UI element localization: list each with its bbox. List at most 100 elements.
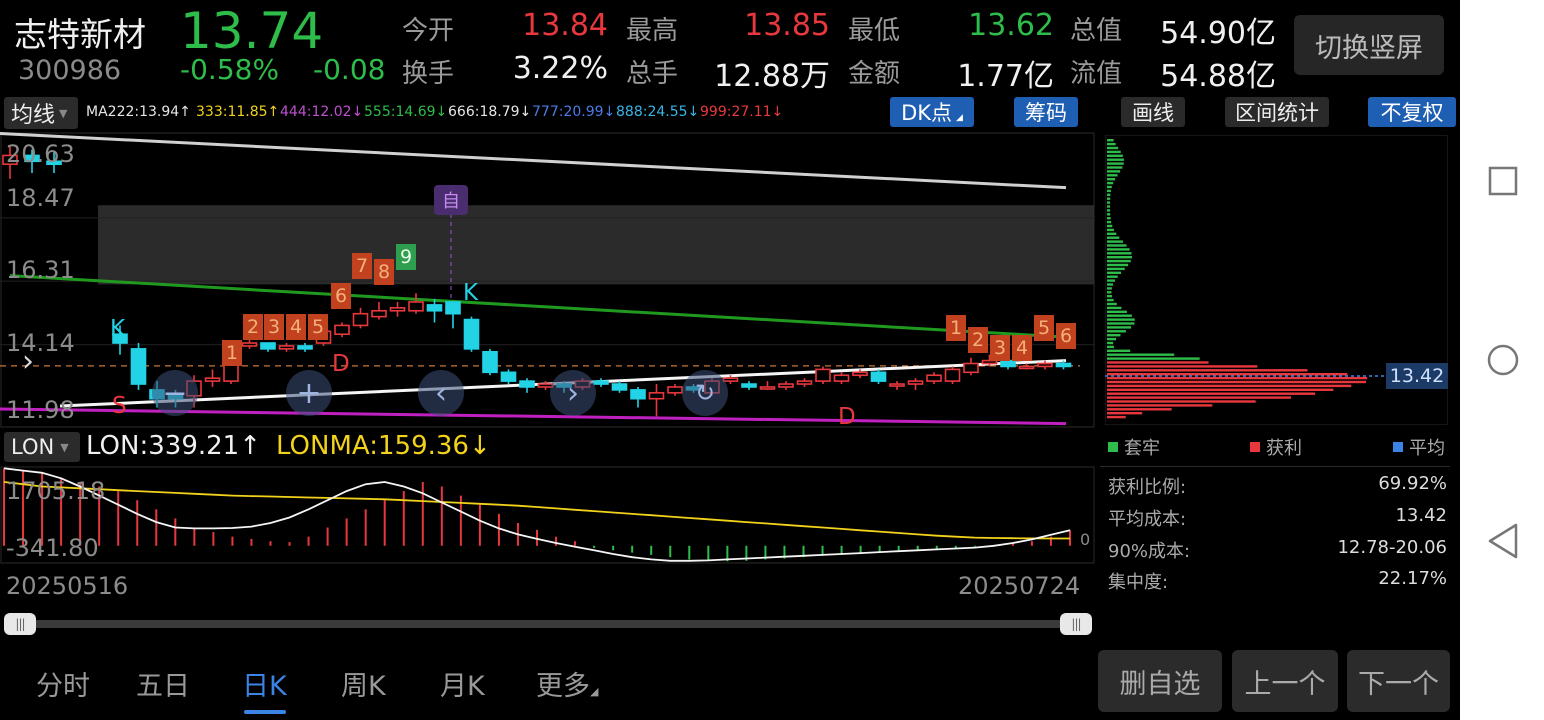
chip-bar (1107, 341, 1114, 345)
chip-bar (1107, 209, 1111, 212)
chip-bar (1107, 349, 1131, 352)
mcap-value: 54.90亿 (1160, 16, 1276, 51)
candle-body (463, 318, 480, 350)
stock-code: 300986 (18, 55, 122, 86)
candle-body (722, 377, 739, 382)
chip-bar (1107, 232, 1117, 235)
range-slider-left-handle[interactable]: ||| (4, 613, 36, 635)
remove-watchlist-button[interactable]: 删自选 (1098, 650, 1222, 712)
chip-bar (1107, 178, 1116, 181)
chip-bar (1107, 318, 1135, 321)
tab-weekly-k[interactable]: 周K (341, 664, 386, 703)
chip-bar (1107, 189, 1111, 193)
concentration-value: 22.17% (1378, 568, 1447, 589)
k-marker: K (110, 316, 126, 342)
chevron-right-icon[interactable]: › (22, 344, 34, 379)
chip-bar (1107, 408, 1172, 411)
scroll-right-icon[interactable]: › (550, 370, 596, 416)
chip-bar (1107, 150, 1121, 154)
amount-label: 金额 (848, 59, 901, 89)
chip-bar (1107, 353, 1175, 356)
legend-label: 平均 (1409, 438, 1445, 459)
reset-view-icon[interactable]: ↻ (682, 370, 728, 416)
lon-axis-bottom: -341.80 (6, 534, 99, 562)
turnover-label: 换手 (402, 59, 455, 89)
lon-zero-label: 0 (1080, 530, 1091, 549)
sequence-label: 4 (1012, 335, 1032, 361)
chip-bar (1107, 220, 1112, 224)
chouma-button[interactable]: 筹码 (1014, 97, 1078, 127)
chip-bar (1107, 205, 1111, 208)
tab-timeshare[interactable]: 分时 (36, 664, 90, 703)
range-slider-right-handle[interactable]: ||| (1060, 613, 1092, 635)
chevron-down-icon: ▼ (59, 106, 68, 120)
chip-bar (1107, 248, 1130, 251)
chip-bar (1107, 415, 1126, 419)
active-tab-indicator (244, 710, 286, 714)
chip-bar (1107, 392, 1316, 395)
chip-bar (1107, 252, 1132, 255)
sequence-label: 5 (1034, 315, 1054, 341)
indicator-select[interactable]: 均线 ▼ (4, 97, 78, 129)
highlight-zone (98, 205, 1094, 285)
system-nav-bar (1460, 0, 1544, 720)
back-icon[interactable] (1486, 522, 1520, 560)
lon-line (3, 467, 1071, 562)
tab-monthly-k[interactable]: 月K (440, 664, 485, 703)
candle-body (741, 383, 757, 388)
chip-bar (1107, 295, 1112, 298)
sequence-label: 3 (990, 335, 1010, 361)
tab-more-label: 更多 (536, 671, 590, 702)
cost-90-label: 90%成本: (1108, 541, 1191, 562)
chip-bar (1107, 376, 1368, 380)
range-slider-track[interactable] (20, 620, 1075, 628)
s-marker: S (112, 393, 127, 419)
chip-stats-divider (1100, 466, 1450, 467)
lon-chart[interactable] (0, 466, 1095, 564)
draw-line-button[interactable]: 画线 (1121, 97, 1185, 127)
recent-apps-icon[interactable] (1488, 166, 1518, 196)
end-date: 20250724 (958, 572, 1081, 600)
price-axis-label: 11.98 (6, 396, 75, 424)
tab-more[interactable]: 更多◢ (536, 664, 598, 703)
chip-bar (1107, 357, 1200, 360)
chip-bar (1107, 259, 1131, 263)
ma-value: 666:18.79↓ (448, 104, 532, 120)
home-icon[interactable] (1486, 343, 1520, 377)
no-adjust-button[interactable]: 不复权 (1368, 97, 1456, 127)
lon-indicator-select[interactable]: LON ▼ (4, 432, 80, 462)
grip-icon: ||| (1071, 617, 1081, 631)
sequence-label: 7 (352, 253, 372, 279)
lon-select-label: LON (11, 435, 55, 459)
switch-portrait-button[interactable]: 切换竖屏 (1294, 15, 1444, 75)
candle-body (1055, 362, 1072, 368)
stock-name: 志特新材 (14, 15, 146, 54)
scroll-left-icon[interactable]: ‹ (418, 370, 464, 416)
chip-bar (1107, 310, 1127, 313)
zoom-in-icon[interactable]: + (286, 370, 332, 416)
sequence-label: 6 (1056, 323, 1076, 349)
ma-value: 333:11.85↑ (196, 104, 280, 120)
legend-swatch (1250, 442, 1260, 452)
zoom-out-icon[interactable]: − (152, 370, 198, 416)
low-value: 13.62 (968, 8, 1054, 43)
dk-point-button[interactable]: DK点 ◢ (890, 97, 974, 127)
tab-daily-k[interactable]: 日K (242, 664, 287, 703)
chip-bar (1107, 271, 1122, 274)
tab-five-day[interactable]: 五日 (136, 664, 190, 703)
candle-body (297, 345, 313, 350)
d-marker: D (838, 404, 856, 430)
self-marker[interactable]: 自 (434, 185, 468, 215)
sequence-label: 1 (222, 340, 242, 366)
chip-bar (1107, 380, 1366, 384)
chip-bar (1107, 279, 1115, 282)
chip-bar (1107, 283, 1114, 286)
range-stats-button[interactable]: 区间统计 (1225, 97, 1329, 127)
previous-stock-button[interactable]: 上一个 (1232, 650, 1338, 712)
candle-body (260, 342, 276, 350)
candle-body (852, 371, 868, 377)
chip-bar (1107, 322, 1135, 325)
next-stock-button[interactable]: 下一个 (1347, 650, 1450, 712)
legend-average: 平均 (1393, 434, 1445, 460)
candle-body (389, 307, 406, 312)
